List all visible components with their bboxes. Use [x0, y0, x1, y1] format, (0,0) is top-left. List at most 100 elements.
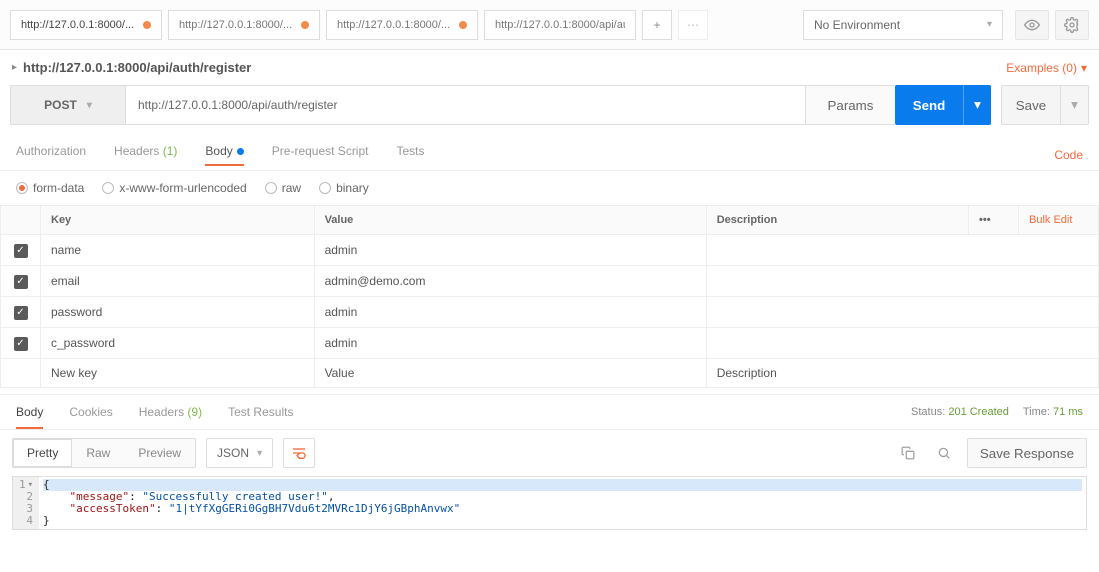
chevron-down-icon: ▾ [974, 97, 981, 113]
environment-label: No Environment [814, 18, 900, 32]
save-dropdown-button[interactable]: ▾ [1061, 85, 1089, 125]
tab-authorization[interactable]: Authorization [16, 144, 86, 166]
dot-icon [237, 148, 244, 155]
response-tab-test-results[interactable]: Test Results [228, 395, 293, 429]
params-button[interactable]: Params [805, 85, 895, 125]
response-type-selector[interactable]: JSON ▾ [206, 438, 273, 468]
tab-pre-request-script[interactable]: Pre-request Script [272, 144, 369, 166]
code-link[interactable]: Code [1054, 148, 1083, 162]
radio-icon [319, 182, 331, 194]
response-body-editor[interactable]: 1▾ 2 3 4 { "message": "Successfully crea… [12, 476, 1087, 530]
search-response-button[interactable] [931, 440, 957, 466]
param-desc-cell[interactable] [706, 266, 1098, 297]
unsaved-dot-icon [301, 21, 309, 29]
environment-quicklook-button[interactable] [1015, 10, 1049, 40]
chevron-down-icon: ▾ [257, 448, 262, 459]
radio-icon [102, 182, 114, 194]
chevron-down-icon: ▾ [987, 19, 992, 30]
request-tab[interactable]: http://127.0.0.1:8000/... [326, 10, 478, 40]
form-data-table: Key Value Description ••• Bulk Edit ✓ nam… [0, 205, 1099, 388]
response-tab-body[interactable]: Body [16, 395, 43, 429]
body-type-raw[interactable]: raw [265, 181, 301, 195]
bulk-edit-link[interactable]: Bulk Edit [1029, 214, 1072, 226]
table-row: ✓ emailadmin@demo.com [1, 266, 1099, 297]
tab-label: http://127.0.0.1:8000/... [179, 19, 292, 31]
param-desc-cell[interactable] [706, 328, 1098, 359]
response-tab-cookies[interactable]: Cookies [69, 395, 112, 429]
request-tab[interactable]: http://127.0.0.1:8000/api/au [484, 10, 636, 40]
table-row-new[interactable]: New keyValueDescription [1, 359, 1099, 388]
checkbox[interactable]: ✓ [14, 275, 28, 289]
column-description: Description [706, 206, 968, 235]
unsaved-dot-icon [459, 21, 467, 29]
eye-icon [1024, 17, 1040, 33]
body-type-binary[interactable]: binary [319, 181, 369, 195]
param-key-cell[interactable]: name [41, 235, 315, 266]
new-key-cell[interactable]: New key [41, 359, 315, 388]
chevron-down-icon: ▾ [1071, 97, 1078, 113]
format-preview-button[interactable]: Preview [124, 439, 195, 467]
copy-icon [901, 446, 915, 460]
param-value-cell[interactable]: admin [314, 297, 706, 328]
tab-tests[interactable]: Tests [396, 144, 424, 166]
radio-icon [16, 182, 28, 194]
send-dropdown-button[interactable]: ▾ [963, 85, 991, 125]
column-value: Value [314, 206, 706, 235]
wrap-icon [291, 446, 307, 460]
tab-headers[interactable]: Headers (1) [114, 144, 177, 166]
tab-overflow-button[interactable]: ⋯ [678, 10, 708, 40]
radio-icon [265, 182, 277, 194]
search-icon [937, 446, 951, 460]
request-tab[interactable]: http://127.0.0.1:8000/... [10, 10, 162, 40]
copy-response-button[interactable] [895, 440, 921, 466]
save-response-button[interactable]: Save Response [967, 438, 1087, 468]
send-button[interactable]: Send [895, 85, 963, 125]
row-actions-icon[interactable]: ••• [969, 206, 1019, 235]
param-value-cell[interactable]: admin [314, 235, 706, 266]
param-key-cell[interactable]: password [41, 297, 315, 328]
environment-selector[interactable]: No Environment ▾ [803, 10, 1003, 40]
checkbox[interactable]: ✓ [14, 337, 28, 351]
save-button[interactable]: Save [1001, 85, 1061, 125]
param-key-cell[interactable]: c_password [41, 328, 315, 359]
chevron-down-icon: ▾ [87, 100, 92, 111]
examples-label: Examples (0) [1006, 61, 1077, 75]
table-row: ✓ c_passwordadmin [1, 328, 1099, 359]
checkbox[interactable]: ✓ [14, 244, 28, 258]
format-raw-button[interactable]: Raw [72, 439, 124, 467]
new-desc-cell[interactable]: Description [706, 359, 1098, 388]
ellipsis-icon: ⋯ [687, 18, 699, 32]
method-selector[interactable]: POST ▾ [10, 85, 125, 125]
response-tab-headers[interactable]: Headers (9) [139, 395, 202, 429]
table-row: ✓ passwordadmin [1, 297, 1099, 328]
method-label: POST [44, 98, 77, 112]
examples-dropdown[interactable]: Examples (0) ▾ [1006, 61, 1087, 75]
new-value-cell[interactable]: Value [314, 359, 706, 388]
body-type-urlencoded[interactable]: x-www-form-urlencoded [102, 181, 246, 195]
format-pretty-button[interactable]: Pretty [13, 439, 72, 467]
param-desc-cell[interactable] [706, 297, 1098, 328]
expand-triangle-icon[interactable]: ▸ [12, 62, 17, 73]
param-key-cell[interactable]: email [41, 266, 315, 297]
status-label: Status: 201 Created [911, 406, 1009, 418]
request-title: http://127.0.0.1:8000/api/auth/register [23, 60, 251, 75]
column-key: Key [41, 206, 315, 235]
body-type-form-data[interactable]: form-data [16, 181, 84, 195]
settings-button[interactable] [1055, 10, 1089, 40]
param-value-cell[interactable]: admin [314, 328, 706, 359]
new-tab-button[interactable]: + [642, 10, 672, 40]
request-tab[interactable]: http://127.0.0.1:8000/... [168, 10, 320, 40]
url-input[interactable] [125, 85, 805, 125]
param-value-cell[interactable]: admin@demo.com [314, 266, 706, 297]
wrap-lines-button[interactable] [283, 438, 315, 468]
tab-label: http://127.0.0.1:8000/... [337, 19, 450, 31]
plus-icon: + [653, 18, 660, 32]
time-label: Time: 71 ms [1023, 406, 1083, 418]
checkbox[interactable]: ✓ [14, 306, 28, 320]
param-desc-cell[interactable] [706, 235, 1098, 266]
tab-body[interactable]: Body [205, 144, 243, 166]
tab-label: http://127.0.0.1:8000/... [21, 19, 134, 31]
table-row: ✓ nameadmin [1, 235, 1099, 266]
chevron-down-icon: ▾ [1081, 61, 1087, 75]
gear-icon [1064, 17, 1080, 33]
